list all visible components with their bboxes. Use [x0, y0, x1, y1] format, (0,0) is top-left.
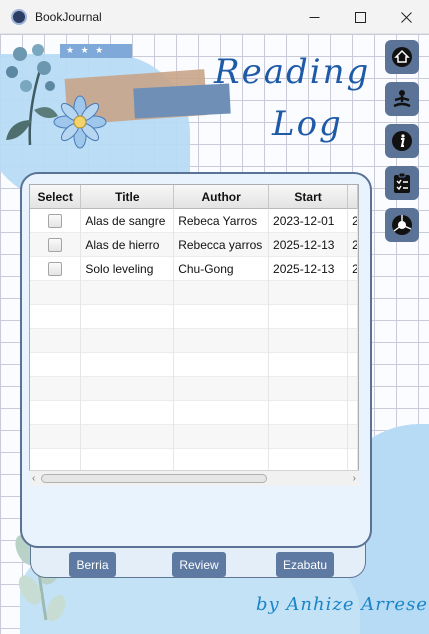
- cell-start: 2025-12-13: [269, 233, 349, 257]
- clipboard-icon: [394, 172, 410, 193]
- empty-table-row: [30, 305, 358, 329]
- scroll-left-icon[interactable]: ‹: [32, 473, 35, 484]
- delete-button[interactable]: Ezabatu: [276, 552, 334, 577]
- cell-start: 2023-12-01: [269, 209, 349, 233]
- column-header-title[interactable]: Title: [81, 185, 175, 209]
- table-row[interactable]: Alas de hierro Rebecca yarros 2025-12-13…: [30, 233, 358, 257]
- table-horizontal-scrollbar[interactable]: ‹ ›: [29, 470, 359, 486]
- info-icon: [392, 131, 412, 151]
- washi-tape-stars: ★ ★ ★: [60, 44, 132, 58]
- scrollbar-thumb[interactable]: [41, 474, 267, 483]
- cell-author: Rebeca Yarros: [174, 209, 270, 233]
- empty-table-row: [30, 281, 358, 305]
- empty-table-row: [30, 401, 358, 425]
- home-button[interactable]: [385, 40, 419, 74]
- column-header-end[interactable]: [348, 185, 358, 209]
- side-navigation: [385, 40, 419, 250]
- maximize-icon: [354, 11, 366, 23]
- review-button[interactable]: Review: [172, 552, 226, 577]
- empty-table-row: [30, 377, 358, 401]
- pie-chart-icon: [392, 215, 412, 235]
- row-select-checkbox[interactable]: [48, 214, 63, 228]
- column-header-start[interactable]: Start: [269, 185, 349, 209]
- close-button[interactable]: [383, 0, 429, 34]
- cell-author: Chu-Gong: [174, 257, 270, 281]
- page-title-log: Log: [272, 104, 343, 144]
- table-row[interactable]: Solo leveling Chu-Gong 2025-12-13 2: [30, 257, 358, 281]
- meditation-icon: [393, 90, 411, 108]
- new-book-button[interactable]: Berria: [69, 552, 116, 577]
- maximize-button[interactable]: [337, 0, 383, 34]
- column-header-author[interactable]: Author: [174, 185, 270, 209]
- row-select-checkbox[interactable]: [48, 238, 63, 252]
- window-title: BookJournal: [35, 9, 102, 24]
- table-row[interactable]: Alas de sangre Rebeca Yarros 2023-12-01 …: [30, 209, 358, 233]
- page-title-reading: Reading: [214, 52, 371, 92]
- cell-end: 2: [348, 257, 358, 281]
- cell-end: 2: [348, 233, 358, 257]
- cell-start: 2025-12-13: [269, 257, 349, 281]
- cell-title: Alas de sangre: [81, 209, 175, 233]
- stats-button[interactable]: [385, 208, 419, 242]
- empty-table-row: [30, 425, 358, 449]
- empty-table-row: [30, 329, 358, 353]
- minimize-button[interactable]: [291, 0, 337, 34]
- info-button[interactable]: [385, 124, 419, 158]
- home-icon: [392, 47, 412, 67]
- cell-author: Rebecca yarros: [174, 233, 270, 257]
- cell-title: Alas de hierro: [81, 233, 175, 257]
- books-table: Select Title Author Start Alas de sangre…: [29, 184, 359, 486]
- cell-title: Solo leveling: [81, 257, 175, 281]
- notes-button[interactable]: [385, 166, 419, 200]
- author-signature: by Anhize Arrese: [256, 594, 428, 615]
- cell-end: 2: [348, 209, 358, 233]
- table-header: Select Title Author Start: [30, 185, 358, 209]
- minimize-icon: [309, 16, 319, 18]
- close-icon: [400, 11, 412, 23]
- window-titlebar: BookJournal: [0, 0, 429, 34]
- scroll-right-icon[interactable]: ›: [353, 473, 356, 484]
- column-header-select[interactable]: Select: [30, 185, 82, 209]
- app-logo-icon: [11, 8, 27, 25]
- row-select-checkbox[interactable]: [48, 262, 63, 276]
- empty-table-row: [30, 353, 358, 377]
- flower-illustration: [53, 95, 107, 149]
- meditation-button[interactable]: [385, 82, 419, 116]
